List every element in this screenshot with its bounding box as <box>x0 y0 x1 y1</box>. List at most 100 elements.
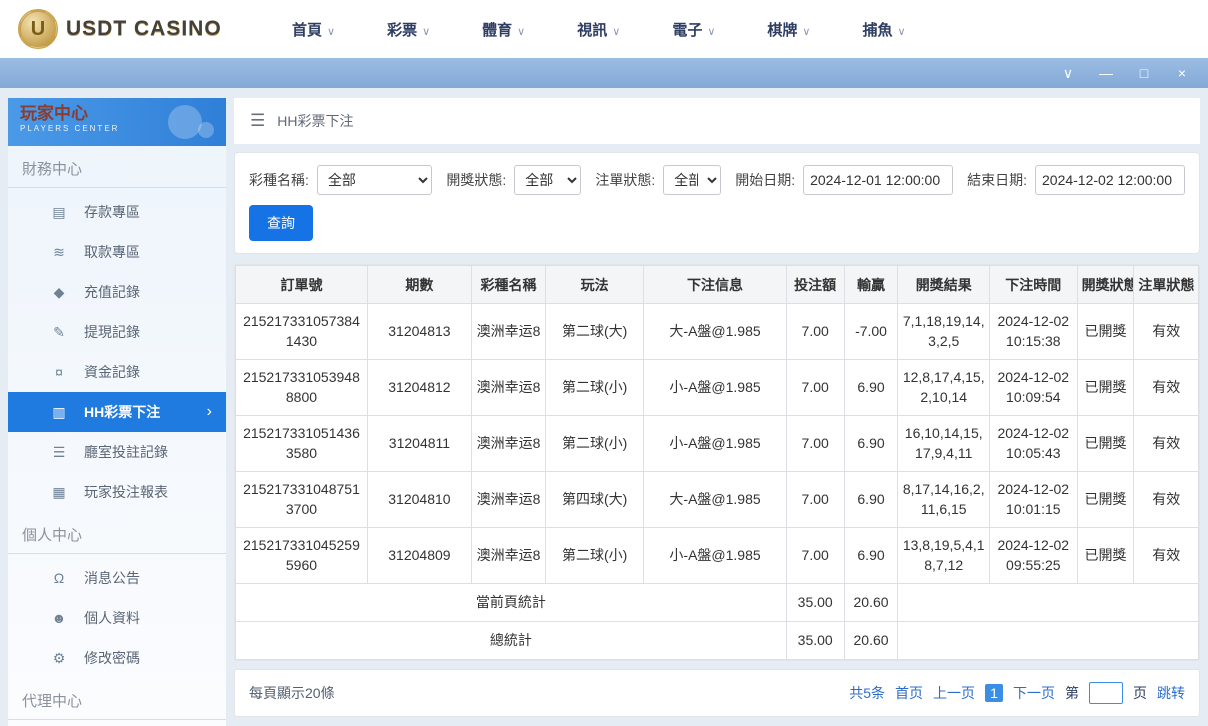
cell-play: 第二球(小) <box>545 415 645 472</box>
chevron-down-icon: ∨ <box>707 25 716 38</box>
cell-order_no: 2152173310487513700 <box>235 471 368 528</box>
sidebar-item-player-bet-report[interactable]: ▦ 玩家投注報表 <box>8 472 226 512</box>
sidebar-item-cashout-record[interactable]: ✎ 提現記錄 <box>8 312 226 352</box>
search-button[interactable]: 查詢 <box>249 205 313 241</box>
gear-icon: ⚙ <box>52 649 66 666</box>
table-row: 2152173310452595960 31204809 澳洲幸运8 第二球(小) 小-… <box>235 527 1199 584</box>
cell-order_no: 2152173310514363580 <box>235 415 368 472</box>
sidebar-header: 玩家中心 PLAYERS CENTER <box>8 98 226 146</box>
chevron-down-icon[interactable]: ∨ <box>1060 66 1076 80</box>
sidebar-section-agent: 代理中心 <box>8 678 226 720</box>
bell-icon: Ω <box>53 570 65 586</box>
close-button[interactable]: × <box>1174 66 1190 80</box>
summary-bet-total: 35.00 <box>785 583 845 622</box>
table-row: 2152173310514363580 31204811 澳洲幸运8 第二球(小) 小-… <box>235 415 1199 472</box>
cell-lottery_name: 澳洲幸运8 <box>470 303 547 360</box>
cell-bet_time: 2024-12-02 10:15:38 <box>988 303 1078 360</box>
sidebar-item-label: HH彩票下注 <box>84 404 161 420</box>
sidebar-section-finance: 財務中心 <box>8 146 226 188</box>
next-page-link[interactable]: 下一页 <box>1013 683 1055 703</box>
cell-draw_status: 已開獎 <box>1076 527 1135 584</box>
column-header-draw_result: 開獎結果 <box>897 265 990 304</box>
current-page-button[interactable]: 1 <box>985 684 1003 702</box>
cell-bet_info: 大-A盤@1.985 <box>643 471 787 528</box>
first-page-link[interactable]: 首页 <box>895 683 923 703</box>
jump-button[interactable]: 跳转 <box>1157 683 1185 703</box>
filter-input-end-date[interactable] <box>1035 165 1185 195</box>
page-jump-input[interactable] <box>1089 682 1123 704</box>
sidebar-item-announcements[interactable]: Ω 消息公告 <box>8 558 226 598</box>
jump-prefix-label: 第 <box>1065 685 1079 701</box>
sidebar-item-fund-record[interactable]: ¤ 資金記錄 <box>8 352 226 392</box>
filter-label-bet-status: 注單狀態: <box>595 172 656 188</box>
sidebar-item-withdraw-zone[interactable]: ≋ 取款專區 <box>8 232 226 272</box>
cell-bet_info: 小-A盤@1.985 <box>643 359 787 416</box>
maximize-button[interactable]: □ <box>1136 66 1152 80</box>
cell-win_loss: 6.90 <box>843 415 899 472</box>
cell-period: 31204812 <box>366 359 472 416</box>
filter-select-lottery-name[interactable]: 全部 <box>316 165 433 195</box>
nav-item-sports[interactable]: 體育 ∨ <box>482 19 525 40</box>
user-icon: ☻ <box>51 610 67 626</box>
nav-item-label: 彩票 <box>387 21 418 39</box>
sidebar-item-hall-bet-record[interactable]: ☰ 廳室投註記錄 <box>8 432 226 472</box>
column-header-bet_time: 下注時間 <box>988 265 1078 304</box>
cell-draw_result: 13,8,19,5,4,18,7,12 <box>897 527 990 584</box>
decor-circle-icon <box>198 122 214 138</box>
minimize-button[interactable]: — <box>1098 66 1114 80</box>
summary-bet-total: 35.00 <box>785 621 845 660</box>
sidebar-item-deposit-zone[interactable]: ▤ 存款專區 <box>8 192 226 232</box>
column-header-lottery_name: 彩種名稱 <box>470 265 547 304</box>
nav-item-lottery[interactable]: 彩票 ∨ <box>387 19 430 40</box>
cell-bet_info: 小-A盤@1.985 <box>643 415 787 472</box>
window-title-bar: ∨ — □ × <box>0 58 1208 88</box>
sidebar-item-label: 充值記錄 <box>84 284 140 300</box>
cell-draw_result: 8,17,14,16,2,11,6,15 <box>897 471 990 528</box>
cell-draw_status: 已開獎 <box>1076 471 1135 528</box>
cell-bet_status: 有效 <box>1133 415 1199 472</box>
filter-select-bet-status[interactable]: 全部 <box>663 165 722 195</box>
deposit-card-icon: ▤ <box>52 203 66 220</box>
bets-table-wrap: 訂單號 期數 彩種名稱 玩法 下注信息 投注額 輸贏 開獎結果 下注時間 開獎狀態 注單狀態 215… <box>234 264 1200 661</box>
cell-bet_amount: 7.00 <box>785 471 845 528</box>
cell-bet_status: 有效 <box>1133 359 1199 416</box>
sidebar-item-change-password[interactable]: ⚙ 修改密碼 <box>8 638 226 678</box>
pager: 共5条 首页 上一页 1 下一页 第 页 跳转 <box>849 682 1185 704</box>
cell-lottery_name: 澳洲幸运8 <box>470 471 547 528</box>
nav-item-board-games[interactable]: 棋牌 ∨ <box>767 19 810 40</box>
nav-item-slots[interactable]: 電子 ∨ <box>672 19 715 40</box>
report-icon: ▦ <box>52 483 66 500</box>
nav-item-home[interactable]: 首頁 ∨ <box>292 19 335 40</box>
cell-bet_info: 小-A盤@1.985 <box>643 527 787 584</box>
gamepad-icon <box>168 105 202 139</box>
cell-bet_time: 2024-12-02 10:09:54 <box>988 359 1078 416</box>
cell-lottery_name: 澳洲幸运8 <box>470 415 547 472</box>
hamburger-icon[interactable]: ☰ <box>250 111 265 131</box>
column-header-draw_status: 開獎狀態 <box>1076 265 1135 304</box>
page-size-text: 每頁顯示20條 <box>249 685 335 701</box>
sidebar-item-profile[interactable]: ☻ 個人資料 <box>8 598 226 638</box>
page-title: HH彩票下注 <box>277 113 354 129</box>
cell-order_no: 2152173310452595960 <box>235 527 368 584</box>
nav-item-label: 捕魚 <box>862 21 893 39</box>
cell-lottery_name: 澳洲幸运8 <box>470 359 547 416</box>
column-header-bet_info: 下注信息 <box>643 265 787 304</box>
cell-draw_result: 12,8,17,4,15,2,10,14 <box>897 359 990 416</box>
cell-win_loss: 6.90 <box>843 359 899 416</box>
table-row: 2152173310487513700 31204810 澳洲幸运8 第四球(大) 大-… <box>235 471 1199 528</box>
sidebar-item-hh-lottery-bets[interactable]: ▥ HH彩票下注 › <box>8 392 226 432</box>
filter-select-draw-status[interactable]: 全部 <box>514 165 582 195</box>
nav-item-live-video[interactable]: 視訊 ∨ <box>577 19 620 40</box>
breadcrumb: ☰ HH彩票下注 <box>234 98 1200 144</box>
filter-input-start-date[interactable] <box>803 165 954 195</box>
chevron-down-icon: ∨ <box>327 25 336 38</box>
logo[interactable]: U USDT CASINO <box>18 9 258 49</box>
cell-order_no: 2152173310539488800 <box>235 359 368 416</box>
list-icon: ☰ <box>52 443 66 460</box>
nav-item-fishing[interactable]: 捕魚 ∨ <box>862 19 905 40</box>
nav-item-label: 棋牌 <box>767 21 798 39</box>
sidebar-item-recharge-record[interactable]: ◆ 充值記錄 <box>8 272 226 312</box>
cell-draw_result: 7,1,18,19,14,3,2,5 <box>897 303 990 360</box>
cell-play: 第四球(大) <box>545 471 645 528</box>
prev-page-link[interactable]: 上一页 <box>933 683 975 703</box>
